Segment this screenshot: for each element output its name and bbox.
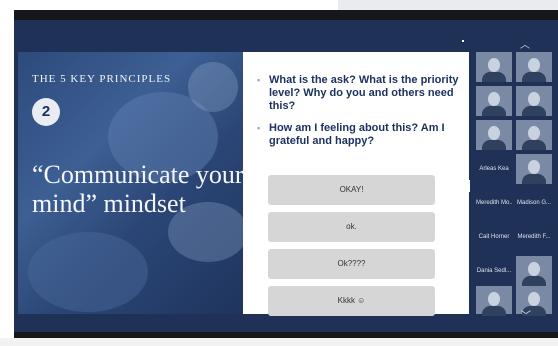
slide-heading: “Communicate your mind” mindset — [32, 160, 244, 218]
participant-video-tile[interactable] — [516, 256, 552, 286]
meeting-screen-photo: ︿ THE 5 KEY PRINCIPLES 2 “Communicate yo… — [0, 0, 558, 346]
question-panel: • What is the ask? What is the priority l… — [243, 52, 469, 316]
indicator-dot — [462, 40, 464, 42]
participant-video-tile[interactable] — [516, 154, 552, 184]
question-item: • How am I feeling about this? Am I grate… — [257, 122, 445, 147]
participant-video-tile[interactable] — [476, 286, 512, 316]
participant-video-tile[interactable] — [516, 52, 552, 82]
participant-video-tile[interactable] — [476, 120, 512, 150]
desk-surface — [0, 338, 558, 346]
question-list: • What is the ask? What is the priority l… — [257, 74, 462, 157]
reply-bubble: Kkkk ☺ — [268, 286, 435, 316]
participant-name-tile[interactable]: Meredith F... — [516, 222, 552, 252]
reply-bubble: ok. — [268, 212, 435, 242]
participant-video-tile[interactable] — [476, 86, 512, 116]
reply-bubble: OKAY! — [268, 175, 435, 205]
slide-kicker: THE 5 KEY PRINCIPLES — [32, 73, 172, 85]
participant-video-tile[interactable] — [516, 120, 552, 150]
monitor-screen: ︿ THE 5 KEY PRINCIPLES 2 “Communicate yo… — [14, 10, 558, 338]
participant-gallery: Arleas Kea Meredith Mo... Madison G... C… — [476, 52, 558, 316]
participant-name-tile[interactable]: Cait Horner — [476, 222, 512, 252]
reply-bubble: Ok???? — [268, 249, 435, 279]
participant-name-tile[interactable]: Arleas Kea — [476, 154, 512, 184]
participant-video-tile[interactable] — [476, 52, 512, 82]
panel-resize-handle[interactable] — [468, 180, 470, 192]
chevron-up-icon[interactable]: ︿ — [520, 36, 530, 51]
participant-name-tile[interactable]: Madison G... — [516, 188, 552, 218]
background-wall — [0, 0, 558, 10]
presentation-slide: THE 5 KEY PRINCIPLES 2 “Communicate your… — [18, 52, 247, 314]
participant-video-tile[interactable] — [516, 86, 552, 116]
participant-name-tile[interactable]: Meredith Mo... — [476, 188, 512, 218]
monitor-bezel-top — [14, 10, 558, 20]
participant-name-tile[interactable]: Dania Sedl... — [476, 256, 512, 286]
reply-list: OKAY! ok. Ok???? Kkkk ☺ — [268, 175, 435, 323]
question-item: • What is the ask? What is the priority l… — [257, 74, 459, 112]
chevron-down-icon[interactable]: ﹀ — [521, 307, 531, 322]
principle-number-badge: 2 — [32, 98, 60, 126]
monitor-bezel-bottom — [14, 332, 558, 338]
